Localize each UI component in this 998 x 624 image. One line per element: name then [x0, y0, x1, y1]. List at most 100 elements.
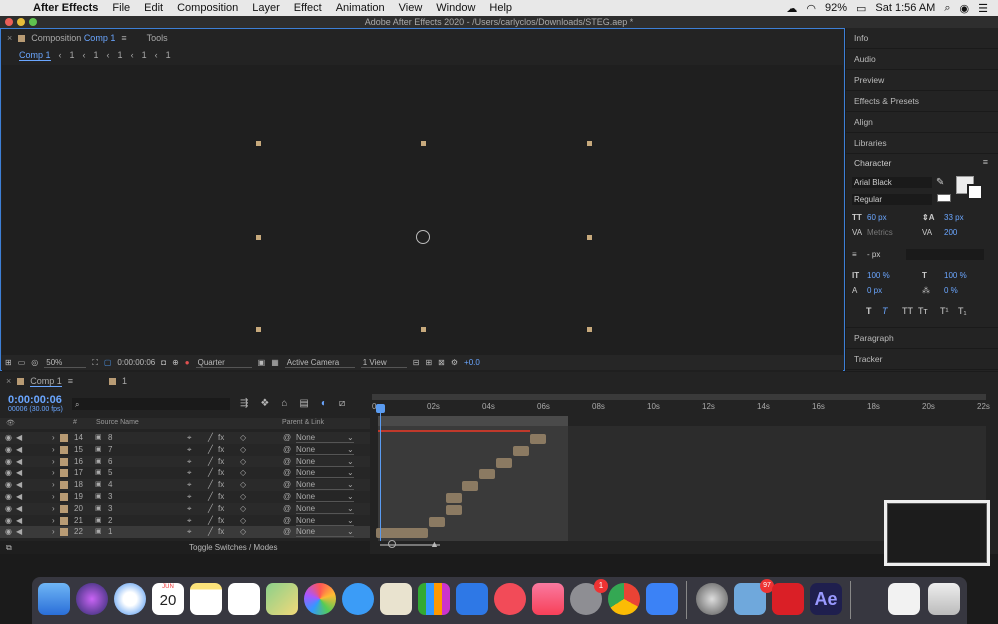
breadcrumb-item[interactable]: 1 [142, 50, 147, 60]
shy-switch-icon[interactable]: ⌖ [187, 527, 192, 537]
layer-label-color[interactable] [60, 528, 68, 537]
layer-row[interactable]: ◉ ◀ › 16 ▣ 6 ⌖ ╱ fx ◇ @ None ⌄ [0, 455, 370, 468]
toggle-switches-modes-button[interactable]: Toggle Switches / Modes [189, 543, 278, 552]
motion-blur-icon[interactable]: ◐ [321, 398, 327, 409]
notes-icon[interactable] [190, 583, 222, 615]
quality-switch-icon[interactable]: ╱ [208, 516, 213, 525]
transform-handle[interactable] [256, 141, 261, 146]
parent-dropdown[interactable]: None [296, 492, 354, 502]
trash-icon[interactable] [928, 583, 960, 615]
panel-effects-presets[interactable]: Effects & Presets [846, 91, 998, 112]
grid-icon[interactable]: ⊞ [5, 358, 12, 367]
layer-row[interactable]: ◉ ◀ › 14 ▣ 8 ⌖ ╱ fx ◇ @ None ⌄ [0, 432, 370, 444]
layer-source-name[interactable]: 3 [108, 492, 112, 501]
shy-switch-icon[interactable]: ⌖ [187, 445, 192, 455]
snapshot-icon[interactable]: ◘ [161, 358, 166, 367]
motion-blur-switch-icon[interactable]: ◇ [240, 492, 246, 501]
user-icon[interactable]: ◉ [960, 2, 970, 15]
menu-file[interactable]: File [105, 2, 137, 14]
panel-info[interactable]: Info [846, 28, 998, 49]
effects-switch-icon[interactable]: fx [218, 480, 224, 489]
layer-row[interactable]: ◉ ◀ › 19 ▣ 3 ⌖ ╱ fx ◇ @ None ⌄ [0, 491, 370, 503]
expand-chevron-icon[interactable]: › [52, 457, 55, 466]
panel-preview[interactable]: Preview [846, 70, 998, 91]
horizontal-scale-value[interactable]: 100 % [944, 270, 967, 281]
menu-animation[interactable]: Animation [329, 2, 392, 14]
shy-switch-icon[interactable]: ⌖ [187, 433, 192, 443]
motion-blur-switch-icon[interactable]: ◇ [240, 527, 246, 536]
expand-chevron-icon[interactable]: › [52, 480, 55, 489]
control-center-icon[interactable]: ☰ [978, 2, 988, 15]
stroke-style-dropdown[interactable] [906, 249, 984, 260]
fit-icon[interactable]: ⛶ [92, 358, 98, 368]
chevron-down-icon[interactable]: ⌄ [347, 492, 354, 501]
kerning-value[interactable]: Metrics [867, 227, 893, 238]
eyedropper-icon[interactable]: ✎ [936, 177, 944, 188]
layer-row[interactable]: ◉ ◀ › 18 ▣ 4 ⌖ ╱ fx ◇ @ None ⌄ [0, 479, 370, 491]
current-time-display[interactable]: 0:00:00:06 [8, 394, 62, 406]
expand-chevron-icon[interactable]: › [52, 445, 55, 454]
clock[interactable]: Sat 1:56 AM [875, 2, 935, 14]
chevron-down-icon[interactable]: ⌄ [347, 516, 354, 525]
expand-chevron-icon[interactable]: › [52, 492, 55, 501]
layer-duration-bar[interactable] [496, 457, 512, 468]
eye-icon[interactable]: ◉ [5, 433, 12, 442]
audio-icon[interactable]: ◀ [16, 527, 22, 536]
eye-icon[interactable]: ◉ [5, 504, 12, 513]
layer-duration-bar[interactable] [530, 434, 546, 444]
keynote-icon[interactable] [456, 583, 488, 615]
menu-edit[interactable]: Edit [137, 2, 170, 14]
reminders-icon[interactable] [228, 583, 260, 615]
expand-chevron-icon[interactable]: › [52, 504, 55, 513]
region-icon[interactable]: ▢ [104, 358, 112, 367]
quality-switch-icon[interactable]: ╱ [208, 480, 213, 489]
close-tab-icon[interactable]: × [6, 376, 11, 386]
transform-handle[interactable] [587, 235, 592, 240]
stroke-color-swatch[interactable] [967, 184, 983, 200]
layer-duration-bar[interactable] [513, 445, 529, 456]
vertical-scale-value[interactable]: 100 % [867, 270, 890, 281]
font-style-dropdown[interactable]: Regular [852, 194, 932, 205]
parent-dropdown[interactable]: None [296, 445, 354, 455]
pickwhip-icon[interactable]: @ [283, 433, 291, 442]
expand-pane-icon[interactable]: ⧉ [6, 543, 12, 553]
camera-dropdown[interactable]: Active Camera [284, 358, 355, 368]
layer-label-color[interactable] [60, 469, 68, 478]
column-parent-header[interactable]: Parent & Link [282, 419, 324, 426]
shy-switch-icon[interactable]: ⌖ [187, 480, 192, 490]
audio-icon[interactable]: ◀ [16, 480, 22, 489]
layer-duration-bar[interactable] [462, 481, 478, 492]
effects-switch-icon[interactable]: fx [218, 504, 224, 513]
audio-icon[interactable]: ◀ [16, 492, 22, 501]
zoom-in-icon[interactable]: ▲ [430, 539, 439, 549]
layer-source-name[interactable]: 7 [108, 445, 112, 454]
quality-switch-icon[interactable]: ╱ [208, 445, 213, 454]
audio-icon[interactable]: ◀ [16, 504, 22, 513]
motion-blur-switch-icon[interactable]: ◇ [240, 445, 246, 454]
layer-label-color[interactable] [60, 493, 68, 501]
leading-value[interactable]: 33 px [944, 212, 964, 223]
motion-blur-switch-icon[interactable]: ◇ [240, 480, 246, 489]
shy-switch-icon[interactable]: ⌖ [187, 457, 192, 467]
close-tab-icon[interactable]: × [7, 33, 12, 43]
layer-label-color[interactable] [60, 457, 68, 466]
shy-icon[interactable]: ⌂ [281, 398, 287, 409]
quality-switch-icon[interactable]: ╱ [208, 468, 213, 477]
layer-source-name[interactable]: 6 [108, 457, 112, 466]
monitor-icon[interactable]: ▭ [18, 358, 26, 367]
tsume-value[interactable]: 0 % [944, 285, 958, 296]
panel-paragraph[interactable]: Paragraph [846, 328, 998, 349]
tools-tab[interactable]: Tools [147, 33, 168, 43]
eye-icon[interactable]: ◉ [5, 445, 12, 454]
layer-label-color[interactable] [60, 504, 68, 513]
color-channel-icon[interactable]: ● [185, 358, 190, 367]
audio-icon[interactable]: ◀ [16, 433, 22, 442]
layer-duration-bar[interactable] [446, 504, 462, 515]
work-area-region[interactable] [378, 416, 568, 426]
parent-dropdown[interactable]: None [296, 468, 354, 479]
shy-switch-icon[interactable]: ⌖ [187, 516, 192, 526]
effects-switch-icon[interactable]: fx [218, 468, 224, 477]
subscript-button[interactable]: T₁ [958, 306, 967, 317]
effects-switch-icon[interactable]: fx [218, 433, 224, 442]
numbers-icon[interactable] [418, 583, 450, 615]
